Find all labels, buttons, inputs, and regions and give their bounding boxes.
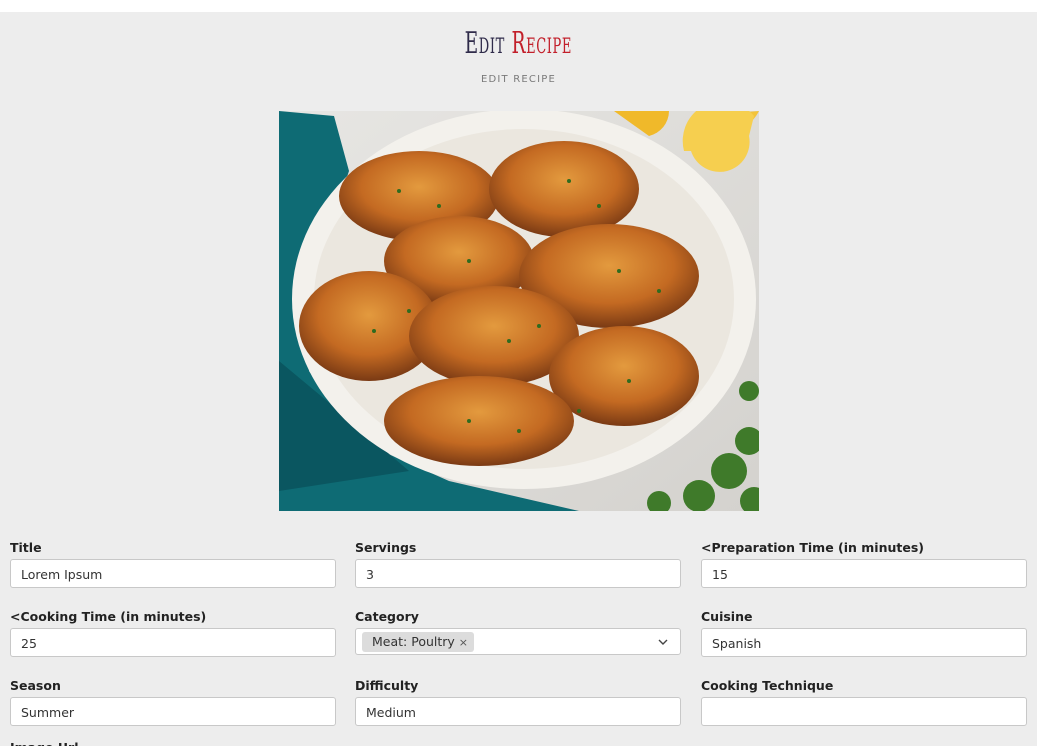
season-input[interactable]: Summer <box>10 697 336 726</box>
chicken-photo-icon <box>279 111 759 511</box>
recipe-photo <box>279 111 759 511</box>
cuisine-input[interactable]: Spanish <box>701 628 1027 657</box>
chevron-down-icon[interactable] <box>658 639 668 646</box>
technique-label: Cooking Technique <box>701 678 834 693</box>
prep-time-label: <Preparation Time (in minutes) <box>701 540 924 555</box>
difficulty-label: Difficulty <box>355 678 419 693</box>
category-select[interactable]: Meat: Poultry × <box>355 628 681 655</box>
page-title-word-recipe: Recipe <box>511 26 573 61</box>
season-field: Season Summer <box>10 677 336 726</box>
cuisine-field: Cuisine Spanish <box>701 608 1027 657</box>
category-label: Category <box>355 609 419 624</box>
page-subtitle: EDIT RECIPE <box>480 74 556 85</box>
prep-time-field: <Preparation Time (in minutes) 15 <box>701 539 1027 588</box>
page-title-word-edit: Edit <box>464 26 505 61</box>
edit-recipe-page: Edit Recipe EDIT RECIPE Title Lorem Ipsu… <box>0 12 1037 746</box>
difficulty-input[interactable]: Medium <box>355 697 681 726</box>
category-chip-label: Meat: Poultry <box>372 633 455 649</box>
title-field: Title Lorem Ipsum <box>10 539 336 588</box>
cooking-time-input[interactable]: 25 <box>10 628 336 657</box>
servings-input[interactable]: 3 <box>355 559 681 588</box>
chip-remove-icon[interactable]: × <box>459 636 468 649</box>
category-field: Category Meat: Poultry × <box>355 608 681 655</box>
prep-time-input[interactable]: 15 <box>701 559 1027 588</box>
servings-field: Servings 3 <box>355 539 681 588</box>
cooking-time-label: <Cooking Time (in minutes) <box>10 609 207 624</box>
page-title: Edit Recipe <box>197 26 840 62</box>
difficulty-field: Difficulty Medium <box>355 677 681 726</box>
title-label: Title <box>10 540 42 555</box>
season-label: Season <box>10 678 61 693</box>
servings-label: Servings <box>355 540 417 555</box>
category-chip: Meat: Poultry × <box>362 631 475 652</box>
cooking-time-field: <Cooking Time (in minutes) 25 <box>10 608 336 657</box>
title-input[interactable]: Lorem Ipsum <box>10 559 336 588</box>
technique-field: Cooking Technique <box>701 677 1027 726</box>
technique-input[interactable] <box>701 697 1027 726</box>
image-url-label: Image Url <box>10 739 79 746</box>
cuisine-label: Cuisine <box>701 609 753 624</box>
